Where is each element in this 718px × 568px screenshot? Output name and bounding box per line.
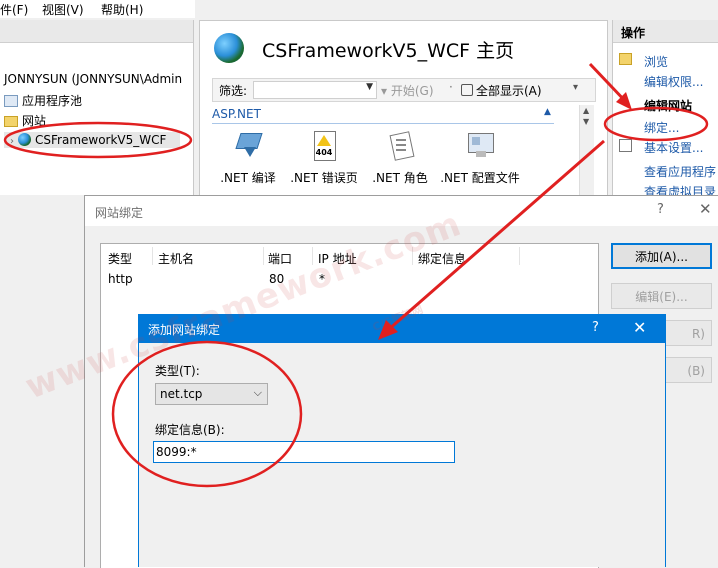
menu-view[interactable]: 视图(V) xyxy=(42,1,84,18)
vertical-scrollbar[interactable]: ▲ ▼ xyxy=(579,105,594,195)
actions-header: 操作 xyxy=(613,20,718,43)
tree-item-label: CSFrameworkV5_WCF xyxy=(35,133,167,147)
type-label: 类型(T): xyxy=(155,364,200,378)
dialog-titlebar: 网站绑定 ? ✕ xyxy=(85,196,718,226)
compile-icon xyxy=(232,131,264,163)
column-separator xyxy=(519,247,520,265)
basic-settings-icon xyxy=(619,139,632,152)
error-page-icon: 404 xyxy=(308,131,340,163)
feature-label: .NET 错误页 xyxy=(290,171,358,185)
column-separator xyxy=(263,247,264,265)
tree-item-label: JONNYSUN (JONNYSUN\Admin xyxy=(4,72,183,86)
help-icon[interactable]: ? xyxy=(657,202,664,217)
edit-binding-button[interactable]: 编辑(E)... xyxy=(611,283,712,309)
connections-pane: JONNYSUN (JONNYSUN\Admin 应用程序池 网站 › CSFra… xyxy=(0,20,194,195)
actions-header-label: 操作 xyxy=(621,26,646,40)
show-all-button[interactable]: 全部显示(A) xyxy=(461,82,542,99)
close-icon[interactable]: ✕ xyxy=(633,318,646,337)
action-bindings[interactable]: 绑定... xyxy=(644,119,679,136)
action-browse[interactable]: 浏览 xyxy=(644,53,668,70)
tree-item-site-selected[interactable]: › CSFrameworkV5_WCF xyxy=(4,132,181,148)
feature-view: CSFrameworkV5_WCF 主页 筛选: ▼ ▾ 开始(G) · 全部显… xyxy=(199,20,608,197)
column-separator xyxy=(152,247,153,265)
section-header[interactable]: ASP.NET ▲ xyxy=(212,107,554,124)
error-code-badge: 404 xyxy=(315,148,333,157)
help-icon[interactable]: ? xyxy=(592,320,599,335)
column-header-host[interactable]: 主机名 xyxy=(158,250,194,267)
binding-info-label: 绑定信息(B): xyxy=(155,423,225,437)
tree-item-app-pools[interactable]: 应用程序池 xyxy=(4,92,82,109)
page-title: CSFrameworkV5_WCF 主页 xyxy=(262,40,515,62)
filter-bar: 筛选: ▼ ▾ 开始(G) · 全部显示(A) ▾ xyxy=(212,78,596,102)
close-icon[interactable]: ✕ xyxy=(699,200,712,218)
menu-help[interactable]: 帮助(H) xyxy=(101,1,143,18)
scroll-up-icon[interactable]: ▲ xyxy=(583,106,589,115)
start-filter-label: 开始(G) xyxy=(390,84,434,98)
tree-item-server[interactable]: JONNYSUN (JONNYSUN\Admin xyxy=(4,72,182,86)
add-site-binding-dialog: 添加网站绑定 ? ✕ 类型(T): net.tcp ⌵ 绑定信息(B): xyxy=(138,314,666,567)
actions-pane: 操作 浏览 编辑权限... 编辑网站 绑定... 基本设置... 查看应用程序 … xyxy=(612,20,718,199)
dialog-title: 网站绑定 xyxy=(95,206,144,220)
feature-net-profile[interactable]: .NET 配置文件 xyxy=(440,131,520,186)
scroll-down-icon[interactable]: ▼ xyxy=(583,117,589,126)
edit-site-header: 编辑网站 xyxy=(644,99,693,113)
section-title: ASP.NET xyxy=(212,107,261,121)
folder-icon xyxy=(4,116,18,127)
filter-input[interactable]: ▼ xyxy=(253,81,377,99)
feature-label: .NET 配置文件 xyxy=(440,171,520,185)
filter-label: 筛选: xyxy=(219,84,248,98)
column-header-type[interactable]: 类型 xyxy=(108,250,132,267)
roles-icon xyxy=(384,131,416,163)
tree-item-label: 应用程序池 xyxy=(22,94,83,108)
globe-icon xyxy=(18,133,31,146)
tree-item-label: 网站 xyxy=(22,114,47,128)
show-all-icon xyxy=(461,84,473,96)
action-edit-permissions[interactable]: 编辑权限... xyxy=(644,73,703,90)
column-header-port[interactable]: 端口 xyxy=(268,250,292,267)
separator: · xyxy=(449,80,453,94)
browse-folder-icon xyxy=(619,53,632,65)
app-pool-icon xyxy=(4,95,18,107)
profile-icon xyxy=(464,131,496,163)
chevron-down-icon: ▼ xyxy=(366,82,373,92)
site-globe-icon xyxy=(214,33,244,63)
feature-label: .NET 角色 xyxy=(372,171,428,185)
type-select-value: net.tcp xyxy=(160,387,203,401)
feature-label: .NET 编译 xyxy=(220,171,276,185)
start-filter-button[interactable]: ▾ 开始(G) xyxy=(381,82,434,99)
binding-info-input[interactable] xyxy=(153,441,455,463)
connections-header xyxy=(0,20,193,43)
add-binding-button[interactable]: 添加(A)... xyxy=(611,243,712,269)
menu-file[interactable]: 件(F) xyxy=(0,1,28,18)
group-dropdown-icon[interactable]: ▾ xyxy=(573,82,578,93)
cell-type: http xyxy=(108,272,133,286)
type-select[interactable]: net.tcp ⌵ xyxy=(155,383,268,405)
feature-net-error-pages[interactable]: 404 .NET 错误页 xyxy=(288,131,360,186)
feature-net-roles[interactable]: .NET 角色 xyxy=(364,131,436,186)
action-view-applications[interactable]: 查看应用程序 xyxy=(644,163,716,180)
action-basic-settings[interactable]: 基本设置... xyxy=(644,139,703,156)
show-all-label: 全部显示(A) xyxy=(476,84,542,98)
menu-bar: 件(F) 视图(V) 帮助(H) xyxy=(0,0,195,18)
collapse-icon[interactable]: ▲ xyxy=(544,107,551,117)
tree-item-sites[interactable]: 网站 xyxy=(4,112,46,129)
feature-net-compile[interactable]: .NET 编译 xyxy=(212,131,284,186)
chevron-down-icon: ⌵ xyxy=(253,386,262,399)
expand-arrow-icon[interactable]: › xyxy=(10,136,14,147)
